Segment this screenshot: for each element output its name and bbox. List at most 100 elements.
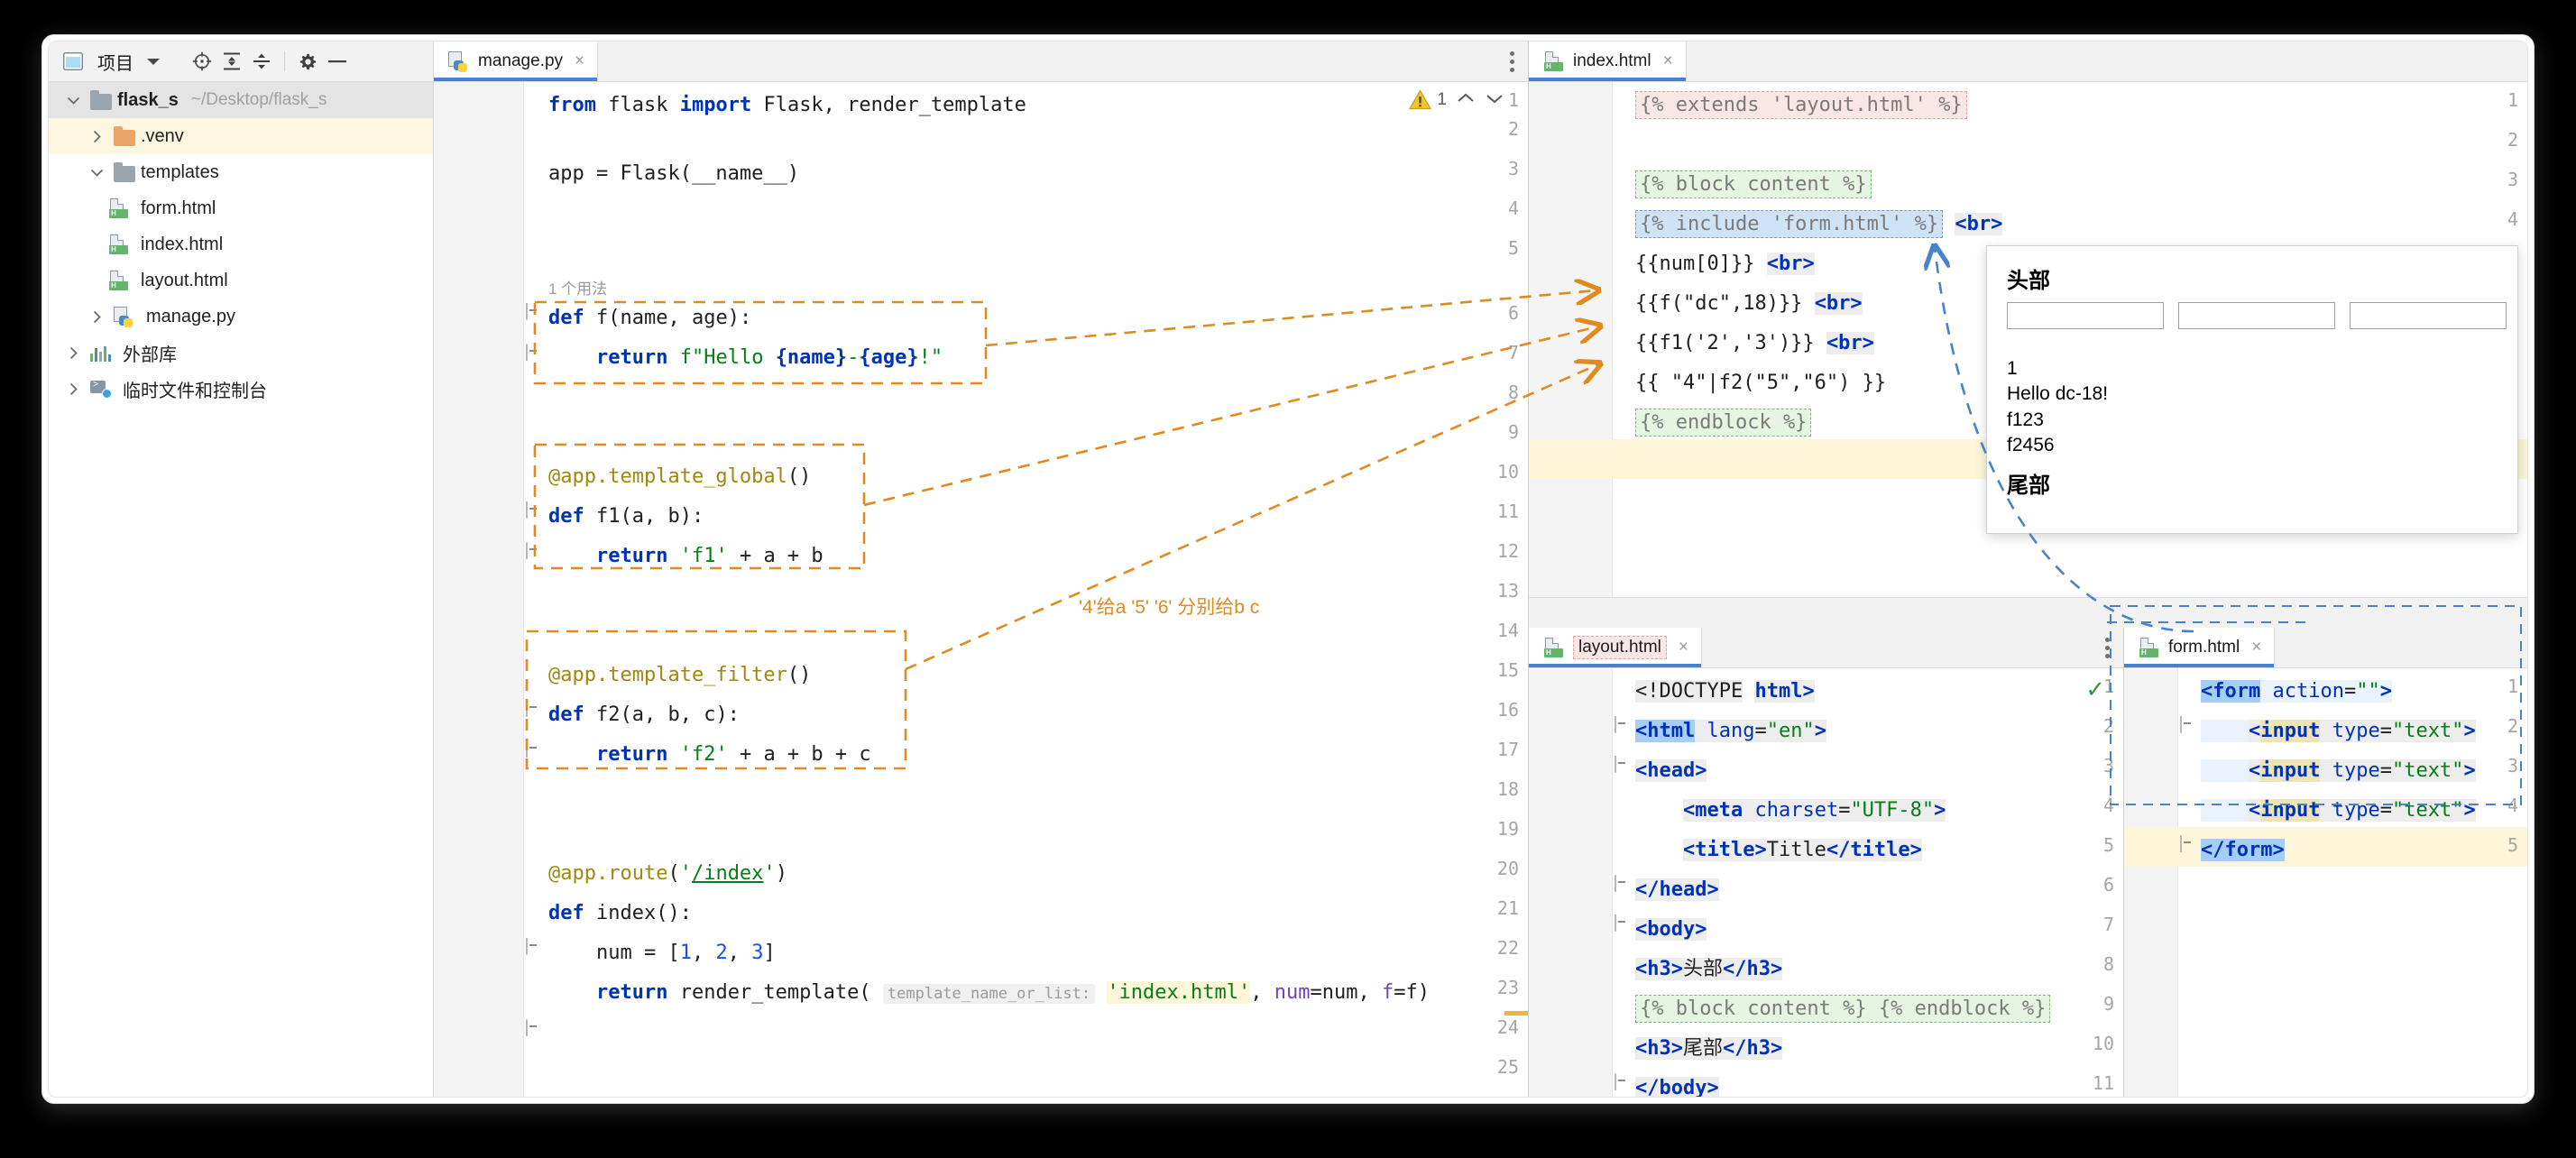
chevron-down-icon[interactable] bbox=[85, 168, 108, 178]
preview-footer: 尾部 bbox=[2007, 467, 2050, 499]
code-line-3: <input type="text"> bbox=[2201, 751, 2476, 791]
fold-marker-icon[interactable] bbox=[1615, 717, 1630, 732]
minimize-icon[interactable] bbox=[326, 50, 349, 73]
more-options-icon[interactable] bbox=[1510, 50, 1515, 73]
fold-marker-icon[interactable] bbox=[1615, 876, 1630, 891]
form-gutter bbox=[2124, 668, 2178, 1097]
gear-icon[interactable] bbox=[296, 50, 319, 73]
main-code-area[interactable]: 1 2 3 4 5 6 7 8 9 10 11 12 13 14 15 16 1… bbox=[434, 82, 1528, 1097]
code-line-7: {{f1('2','3')}} <br> bbox=[1635, 324, 1874, 363]
tab-layout-html[interactable]: H layout.html × bbox=[1529, 628, 1702, 667]
tree-item-index-html[interactable]: H index.html bbox=[49, 226, 433, 262]
chevron-right-icon[interactable] bbox=[85, 310, 108, 324]
html-file-icon: H bbox=[108, 234, 130, 254]
tree-label: templates bbox=[141, 162, 219, 183]
code-line-16: def f2(a, b, c): bbox=[548, 695, 740, 735]
expand-all-icon[interactable] bbox=[220, 50, 244, 73]
fold-marker-icon[interactable] bbox=[526, 741, 541, 757]
fold-marker-icon[interactable] bbox=[2180, 836, 2195, 851]
python-file-icon bbox=[114, 307, 135, 326]
tree-label: 外部库 bbox=[123, 340, 177, 366]
html-file-icon: H bbox=[108, 271, 130, 290]
chevron-down-icon[interactable] bbox=[61, 96, 85, 106]
tree-item-flask_s[interactable]: flask_s ~/Desktop/flask_s bbox=[49, 82, 433, 118]
fold-marker-icon[interactable] bbox=[526, 304, 541, 319]
browser-preview: 头部 1 Hello dc-18! f123 f2456 尾部 bbox=[1986, 245, 2518, 534]
inspection-widget[interactable]: 1 bbox=[1409, 89, 1504, 110]
layout-code-text[interactable]: <!DOCTYPE html> <html lang="en"> <head> … bbox=[1635, 668, 1731, 1097]
preview-input-1[interactable] bbox=[2007, 302, 2164, 329]
python-file-icon bbox=[448, 51, 470, 71]
fold-marker-icon[interactable] bbox=[1615, 757, 1630, 772]
code-line-4: {% include 'form.html' %} <br> bbox=[1635, 205, 2002, 244]
fold-marker-icon[interactable] bbox=[526, 701, 541, 716]
usage-hint: 1 个用法 bbox=[548, 279, 607, 300]
fold-marker-icon[interactable] bbox=[526, 939, 541, 954]
index-panel-footer bbox=[1529, 597, 2527, 628]
preview-input-2[interactable] bbox=[2178, 302, 2335, 329]
code-line-10: <h3>尾部</h3> bbox=[1635, 1029, 1782, 1069]
tree-item-templates[interactable]: templates bbox=[49, 154, 433, 190]
fold-marker-icon[interactable] bbox=[1615, 915, 1630, 931]
warning-count: 1 bbox=[1437, 90, 1447, 110]
main-editor-panel: manage.py × 1 2 3 4 5 6 7 8 9 10 11 bbox=[434, 41, 1529, 1097]
prev-problem-icon[interactable] bbox=[1456, 89, 1476, 110]
tree-label: index.html bbox=[141, 234, 223, 255]
code-line-5: {{num[0]}} <br> bbox=[1635, 244, 1815, 284]
locate-icon[interactable] bbox=[190, 50, 214, 73]
index-code-text[interactable]: {% extends 'layout.html' %} {% block con… bbox=[1635, 82, 1731, 479]
tree-item-form-html[interactable]: H form.html bbox=[49, 190, 433, 226]
code-line-1: <!DOCTYPE html> bbox=[1635, 672, 1815, 712]
tree-item-venv[interactable]: .venv bbox=[49, 118, 433, 154]
preview-body: 1 Hello dc-18! f123 f2456 bbox=[2007, 356, 2108, 458]
index-gutter bbox=[1529, 82, 1613, 597]
next-problem-icon[interactable] bbox=[1485, 89, 1504, 110]
project-panel-icon bbox=[61, 50, 85, 73]
code-line-3: <head> bbox=[1635, 751, 1707, 791]
param-hint: template_name_or_list: bbox=[883, 984, 1095, 1004]
fold-marker-icon[interactable] bbox=[526, 1020, 541, 1035]
code-line-21: def index(): bbox=[548, 894, 692, 933]
close-icon[interactable]: × bbox=[575, 51, 584, 71]
chevron-right-icon[interactable] bbox=[61, 382, 85, 396]
main-code-text[interactable]: from flask import Flask, render_template… bbox=[548, 82, 644, 1074]
tree-item-manage-py[interactable]: manage.py bbox=[49, 299, 433, 335]
collapse-all-icon[interactable] bbox=[250, 50, 273, 73]
fold-marker-icon[interactable] bbox=[1615, 1074, 1630, 1089]
main-editor-tabbar: manage.py × bbox=[434, 41, 1528, 82]
code-line-6: {{f("dc",18)}} <br> bbox=[1635, 284, 1863, 324]
error-stripe-marker[interactable] bbox=[1504, 1011, 1528, 1016]
close-icon[interactable]: × bbox=[1663, 51, 1673, 71]
tab-index-html[interactable]: H index.html × bbox=[1529, 41, 1687, 81]
code-line-7: <body> bbox=[1635, 910, 1707, 950]
html-file-icon: H bbox=[1543, 638, 1565, 657]
project-sidebar: 项目 bbox=[49, 41, 434, 1097]
fold-marker-icon[interactable] bbox=[526, 502, 541, 518]
chevron-down-icon[interactable] bbox=[142, 50, 165, 73]
layout-code-area[interactable]: 1 2 3 4 5 6 7 8 9 10 11 12 <!DOCTYPE htm… bbox=[1529, 668, 2123, 1097]
fold-marker-icon[interactable] bbox=[2180, 717, 2195, 732]
folder-grey-icon bbox=[114, 162, 135, 182]
fold-marker-icon[interactable] bbox=[526, 543, 541, 558]
chevron-right-icon[interactable] bbox=[85, 130, 108, 143]
close-icon[interactable]: × bbox=[2251, 638, 2261, 657]
form-code-text[interactable]: <form action=""> <input type="text"> <in… bbox=[2201, 668, 2296, 946]
tree-item-layout-html[interactable]: H layout.html bbox=[49, 262, 433, 299]
tree-item-external-libraries[interactable]: 外部库 bbox=[49, 335, 433, 371]
chevron-right-icon[interactable] bbox=[61, 346, 85, 360]
tree-label: .venv bbox=[141, 126, 184, 147]
preview-line: 1 bbox=[2007, 356, 2108, 381]
code-line-8: <h3>头部</h3> bbox=[1635, 950, 1782, 989]
close-icon[interactable]: × bbox=[1679, 638, 1688, 657]
tab-form-html[interactable]: H form.html × bbox=[2124, 628, 2275, 667]
code-line-2: <html lang="en"> bbox=[1635, 712, 1826, 751]
code-line-10: @app.template_global() bbox=[548, 457, 811, 497]
preview-input-3[interactable] bbox=[2350, 302, 2507, 329]
form-editor-tabbar: H form.html × bbox=[2124, 628, 2527, 668]
code-line-3: app = Flask(__name__) bbox=[548, 154, 799, 194]
tree-item-scratches[interactable]: 临时文件和控制台 bbox=[49, 371, 433, 407]
fold-marker-icon[interactable] bbox=[526, 345, 541, 360]
tab-manage-py[interactable]: manage.py × bbox=[434, 41, 598, 81]
more-options-icon[interactable] bbox=[2105, 636, 2111, 659]
form-code-area[interactable]: 1 2 3 4 5 <form action=""> <input type="… bbox=[2124, 668, 2527, 1097]
